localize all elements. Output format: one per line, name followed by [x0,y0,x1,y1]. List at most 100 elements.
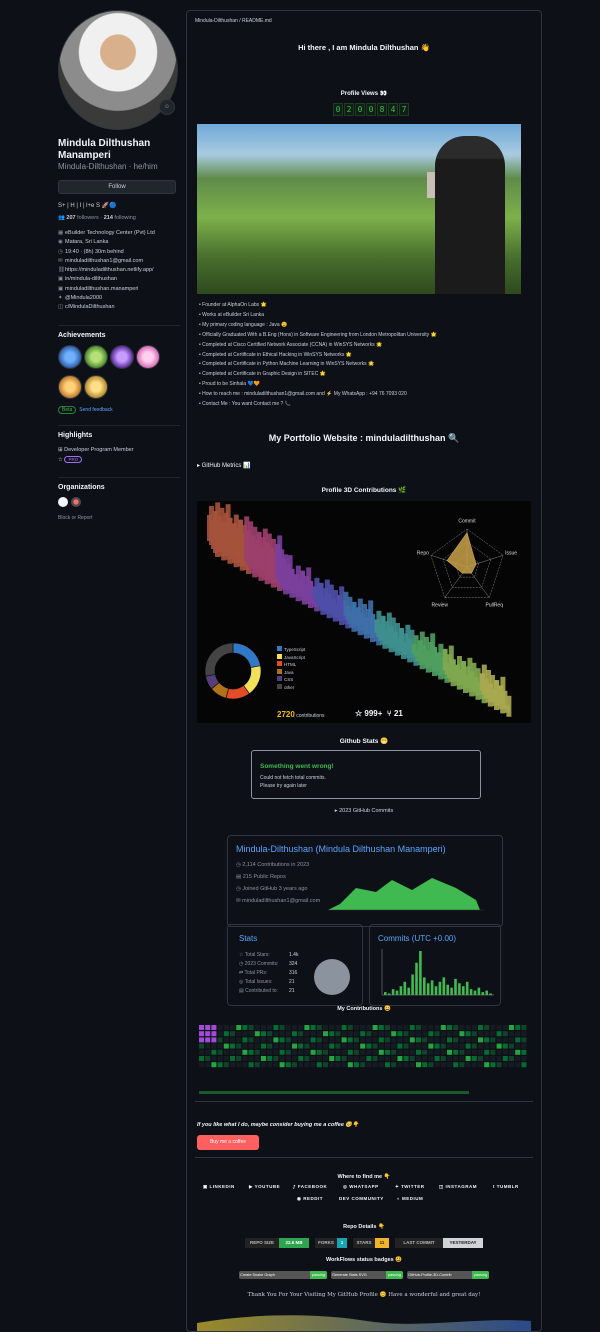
status-emoji-icon[interactable]: ☺ [159,99,175,115]
readme-panel: Mindula-Dilthushan / README.md Hi there … [186,10,542,1332]
following-count[interactable]: 214 [104,215,113,221]
contribution-cell [304,1056,310,1061]
contribution-cell [459,1037,465,1043]
contribution-cell [329,1056,335,1061]
contribution-cell [447,1049,452,1055]
info-twitter[interactable]: ✦ @Mindula2000 [58,294,180,303]
repo-size-label: REPO SIZE [245,1238,279,1248]
social-tumblr-badge[interactable]: t TUMBLR [493,1184,519,1189]
contribution-cell [397,1037,403,1043]
list-item: • Contact Me : You want Contact me ? 📞 [199,401,291,408]
social-medium-badge[interactable]: ◐ MEDIUM [397,1196,423,1201]
contribution-cell [254,1056,260,1061]
info-facebook[interactable]: ▣ minduladilthushan.manamperi [58,285,180,294]
contribution-cell [279,1062,285,1068]
counter-digit: 0 [366,103,376,116]
contribution-cell [397,1031,403,1037]
contribution-cell [254,1043,260,1049]
followers-count[interactable]: 207 [66,215,75,221]
following-label[interactable]: following [114,215,135,221]
contribution-cell [465,1049,471,1055]
followers-label[interactable]: followers [77,215,99,221]
contribution-cell [409,1049,415,1055]
commits-2023-summary[interactable]: ▸ 2023 GitHub Commits [187,808,541,814]
readme-breadcrumb[interactable]: Mindula-Dilthushan / README.md [195,18,272,24]
contribution-cell [267,1037,273,1043]
error-message: Could not fetch total commits. [260,775,326,781]
commit-bar [481,992,485,995]
commit-bar [415,962,418,995]
contribution-cell [211,1062,217,1068]
contribution-cell [254,1049,260,1055]
achievement-badge[interactable] [84,344,108,369]
social-dev-badge[interactable]: DEV COMMUNITY [339,1196,384,1201]
pull-request-icon: ⇄ [239,970,244,976]
contribution-cell [416,1037,421,1043]
contribution-cell [310,1037,316,1043]
org-avatar[interactable] [58,496,68,507]
info-instagram[interactable]: ◫ c/MindulaDilthushan [58,303,180,312]
avatar[interactable]: ☺ [58,10,178,130]
legend-label: TypeScript [284,647,306,652]
achievement-badge[interactable] [58,374,82,399]
contribution-cell [502,1031,508,1037]
commit-bar [450,987,453,995]
counter-digit: 4 [388,103,398,116]
contribution-cell [347,1031,353,1037]
legend-swatch [277,676,282,681]
contribution-cell [416,1049,421,1055]
contribution-cell [298,1049,304,1055]
list-item: • Officially Graduated With a B.Eng (Hon… [199,331,437,338]
list-item: • Proud to be Sinhala 💙🧡 [199,381,260,388]
legend-item: Java [277,668,305,677]
achievement-badge[interactable] [58,344,82,369]
contribution-cell [323,1031,328,1037]
commit-bar [384,992,387,995]
highlight-developer-program[interactable]: ⊞ Developer Program Member [58,445,180,455]
contribution-cell [341,1031,347,1037]
commits-card-title: Commits (UTC +0.00) [378,934,457,943]
org-avatar[interactable] [71,496,81,507]
portfolio-heading[interactable]: My Portfolio Website : minduladilthushan… [187,433,541,444]
achievement-badge[interactable] [136,344,160,369]
contribution-cell [391,1049,397,1055]
info-email[interactable]: ✉ minduladilthushan1@gmail.com [58,257,180,266]
last-commit-value: YESTERDAY [443,1238,483,1248]
contribution-cell [360,1056,366,1061]
contribution-cell [447,1025,452,1030]
stat-row: ▤ Contributed to: 21 [239,988,295,994]
social-twitter-badge[interactable]: ✦ TWITTER [395,1184,425,1190]
list-item: • Completed at Certificate in Ethical Ha… [199,351,353,358]
legend-label: Java [284,669,294,675]
workflow-badge[interactable]: passing GitHub-Profile-3D-Contrib [407,1271,489,1279]
contribution-cell [447,1043,452,1049]
contribution-cell [217,1043,223,1049]
social-instagram-badge[interactable]: ◫ INSTAGRAM [439,1184,477,1190]
social-facebook-badge[interactable]: ƒ FACEBOOK [293,1184,327,1189]
contribution-cell [223,1031,229,1037]
workflow-badge[interactable]: passing Create Snake Graph [239,1271,327,1279]
github-metrics-summary[interactable]: ▸ GitHub Metrics 📊 [197,462,251,469]
social-linkedin-badge[interactable]: ▣ LINKEDIN [203,1184,235,1190]
block-report-link[interactable]: Block or Report [58,515,180,521]
social-youtube-badge[interactable]: ▶ YOUTUBE [249,1184,280,1190]
achievement-badge[interactable] [110,344,134,369]
buy-me-a-coffee-button[interactable]: Buy me a coffee [197,1135,259,1150]
commit-bar [465,981,469,995]
social-whatsapp-badge[interactable]: ◎ WHATSAPP [343,1184,379,1190]
contribution-cell [428,1025,434,1030]
send-feedback-link[interactable]: Send feedback [79,407,112,413]
follow-button[interactable]: Follow [58,180,176,194]
contribution-cell [502,1049,508,1055]
counter-digit: 7 [399,103,409,116]
contribution-cell [409,1037,415,1043]
info-linkedin[interactable]: ▣ in/mindula-dilthushan [58,275,180,284]
contribution-cell [292,1049,297,1055]
achievement-badge[interactable] [84,374,108,399]
workflow-badge[interactable]: passing Generate Stats SVG [331,1271,403,1279]
contribution-cell [254,1062,260,1068]
contribution-cell [465,1062,471,1068]
info-website[interactable]: ⛓https://minduladilthushan.netlify.app/ [58,266,180,275]
contribution-cell [205,1031,211,1037]
social-reddit-badge[interactable]: ◉ REDDIT [297,1196,323,1202]
